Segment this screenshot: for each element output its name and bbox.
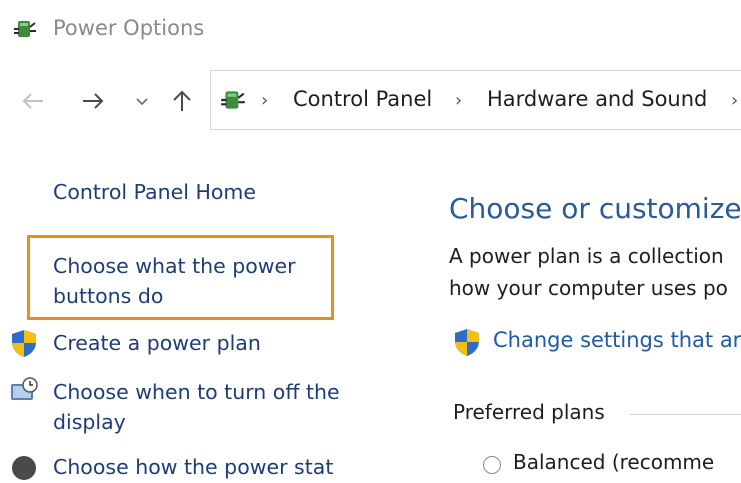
choose-power-buttons-link[interactable]: Choose what the power buttons do — [53, 251, 296, 311]
back-arrow-icon — [22, 93, 43, 109]
address-bar[interactable]: › Control Panel › Hardware and Sound › — [210, 70, 741, 130]
choose-power-buttons-line1: Choose what the power — [53, 254, 296, 278]
change-settings-link[interactable]: Change settings that ar — [493, 328, 741, 352]
forward-arrow-icon — [83, 93, 104, 109]
power-state-link[interactable]: Choose how the power stat — [53, 452, 333, 482]
plan-description-line2: how your computer uses po — [449, 276, 728, 300]
breadcrumb-separator[interactable]: › — [731, 90, 738, 111]
turn-off-display-line2: display — [53, 410, 126, 434]
power-state-icon — [12, 456, 36, 480]
uac-shield-icon — [455, 329, 479, 356]
plan-radio-balanced[interactable] — [483, 456, 501, 474]
forward-button[interactable] — [78, 86, 108, 116]
choose-power-buttons-line2: buttons do — [53, 284, 164, 308]
breadcrumb-separator[interactable]: › — [261, 90, 268, 111]
section-divider — [630, 414, 741, 415]
breadcrumb-hardware-and-sound[interactable]: Hardware and Sound — [487, 87, 707, 111]
turn-off-display-link[interactable]: Choose when to turn off the display — [53, 377, 340, 437]
up-button[interactable] — [168, 86, 196, 116]
control-panel-home-link[interactable]: Control Panel Home — [53, 177, 256, 207]
breadcrumb-control-panel[interactable]: Control Panel — [293, 87, 432, 111]
plan-description-line1: A power plan is a collection — [449, 244, 724, 268]
preferred-plans-label: Preferred plans — [453, 400, 605, 424]
recent-locations-button[interactable] — [130, 88, 154, 116]
create-power-plan-link[interactable]: Create a power plan — [53, 328, 261, 358]
power-options-icon — [221, 91, 245, 109]
breadcrumb-separator[interactable]: › — [455, 90, 462, 111]
plan-balanced-label[interactable]: Balanced (recomme — [513, 450, 714, 474]
up-arrow-icon — [173, 90, 191, 111]
page-heading: Choose or customize — [449, 192, 741, 225]
window-title: Power Options — [53, 16, 205, 40]
turn-off-display-line1: Choose when to turn off the — [53, 380, 340, 404]
chevron-down-icon — [136, 98, 148, 106]
uac-shield-icon — [12, 330, 36, 357]
display-clock-icon — [11, 377, 38, 400]
power-options-icon — [14, 21, 36, 37]
back-button[interactable] — [18, 86, 48, 116]
